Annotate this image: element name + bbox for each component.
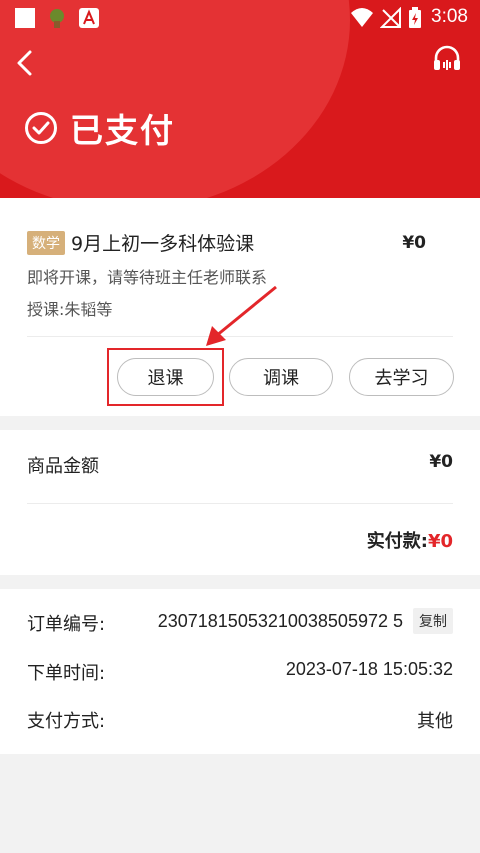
summary-card: 商品金额 ¥0 实付款:¥0 [0,430,480,575]
course-card: 数学 9月上初一多科体验课 ¥0 即将开课，请等待班主任老师联系 授课:朱韬等 … [0,198,480,416]
game-notification-icon [46,7,68,29]
adobe-notification-icon [78,7,100,29]
wifi-icon [350,7,373,29]
annotation-highlight-box [107,348,224,406]
course-title[interactable]: 9月上初一多科体验课 [71,229,254,256]
order-number-label: 订单编号: [27,614,106,635]
subject-badge: 数学 [27,230,65,255]
order-number-row: 23071815053210038505972 5 复制 [158,608,453,634]
paid-value: ¥0 [427,531,453,552]
no-signal-icon [379,6,402,29]
annotation-arrow-icon [206,285,277,346]
paid-total: 实付款:¥0 [367,527,453,553]
order-number-value: 23071815053210038505972 5 [157,610,403,631]
course-price: ¥0 [402,232,426,253]
status-bar: 3:08 [0,0,480,36]
check-circle-icon [25,112,57,144]
order-time-label: 下单时间: [27,663,106,684]
clock: 3:08 [431,6,468,27]
amount-value: ¥0 [429,452,453,472]
amount-label: 商品金额 [27,456,99,477]
headset-icon [434,45,460,70]
order-header: 3:08 已支付 [0,0,480,198]
copy-button[interactable]: 复制 [413,608,453,634]
order-info-card: 订单编号: 23071815053210038505972 5 复制 下单时间:… [0,589,480,754]
payment-method-label: 支付方式: [27,711,106,732]
order-time-value: 2023-07-18 15:05:32 [285,659,453,679]
course-title-row: 数学 9月上初一多科体验课 ¥0 [27,229,453,256]
back-button[interactable] [12,46,42,80]
divider [27,503,453,504]
payment-method-value: 其他 [417,711,453,732]
go-study-button[interactable]: 去学习 [349,358,454,396]
chevron-left-icon [17,50,32,76]
adjust-course-button[interactable]: 调课 [229,358,333,396]
customer-service-button[interactable] [432,44,462,74]
course-teacher: 授课:朱韬等 [27,300,113,319]
app-notification-icon [14,7,36,29]
paid-label: 实付款: [366,531,428,552]
battery-charging-icon [408,7,430,29]
payment-status: 已支付 [24,104,175,152]
page-title: 已支付 [70,111,175,150]
